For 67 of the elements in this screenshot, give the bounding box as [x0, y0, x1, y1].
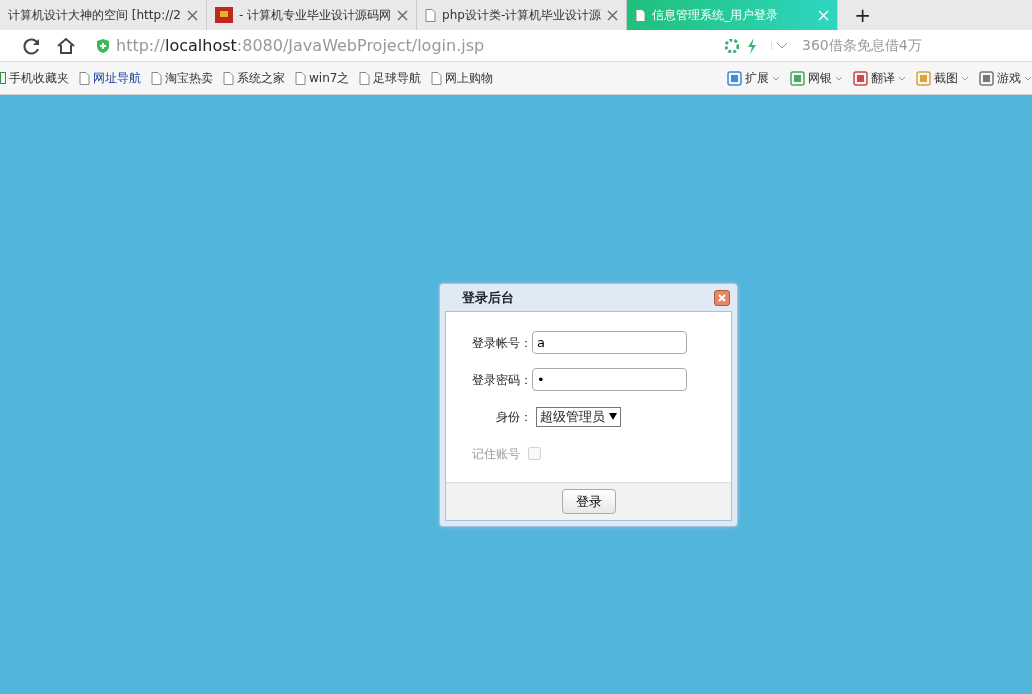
- input-field[interactable]: a: [532, 331, 687, 354]
- page-icon: [223, 71, 234, 85]
- bookmark-item[interactable]: 系统之家: [223, 69, 285, 87]
- bookmark-label: 系统之家: [237, 70, 285, 87]
- bookmark-label: 足球导航: [373, 70, 422, 87]
- extend-icon: [727, 70, 742, 86]
- shield-icon: [96, 37, 110, 54]
- bookmark-item[interactable]: 网址导航: [79, 69, 141, 87]
- page-icon: [431, 71, 443, 85]
- chevron-icon: [1024, 75, 1032, 81]
- field-label: 登录帐号：: [471, 334, 532, 352]
- speed-icon: [725, 38, 739, 53]
- toolbar-label: 扩展: [745, 70, 769, 87]
- page-icon: [79, 71, 90, 85]
- tab-title: php设计类-计算机毕业设计源: [442, 7, 602, 24]
- bookmark-label: 手机收藏夹: [9, 70, 69, 87]
- dialog-title: 登录后台: [462, 288, 514, 307]
- toolbar-label: 截图: [934, 70, 958, 87]
- chevron-icon: [772, 75, 780, 81]
- chevron-icon: [961, 75, 969, 81]
- input-field[interactable]: •: [532, 368, 687, 391]
- bookmark-label: 网上购物: [445, 70, 494, 87]
- chevron-icon: [835, 75, 843, 81]
- page-icon: [295, 71, 306, 85]
- toolbar-label: 游戏: [997, 70, 1021, 87]
- bookmark-label: win7之: [309, 70, 350, 87]
- bookmark-item[interactable]: 足球导航: [359, 69, 422, 87]
- site-icon: [214, 7, 233, 23]
- login-button[interactable]: 登录: [561, 489, 616, 514]
- tab-title: 信息管理系统_用户登录: [652, 7, 780, 24]
- translate-icon: [853, 70, 868, 86]
- field-label: 身份：: [495, 408, 532, 426]
- reload-icon[interactable]: [22, 35, 42, 56]
- toolbar-item[interactable]: 翻译: [853, 69, 906, 87]
- toolbar-label: 翻译: [871, 70, 895, 87]
- bookmark-item[interactable]: win7之: [295, 69, 350, 87]
- remember-label: 记住账号: [471, 445, 520, 463]
- page-icon: [151, 71, 162, 85]
- page-icon: [359, 71, 371, 85]
- dropdown-arrow-icon: [609, 413, 617, 420]
- field-label: 登录密码：: [471, 371, 532, 389]
- page-icon: [635, 8, 647, 22]
- address-field[interactable]: http://localhost:8080/JavaWebProject/login.jsp: [116, 33, 711, 58]
- bookmark-item[interactable]: 淘宝热卖: [151, 69, 213, 87]
- bookmark-label: 淘宝热卖: [165, 70, 213, 87]
- bookmark-item[interactable]: 手机收藏夹: [0, 69, 69, 87]
- chevron-icon: [898, 75, 906, 81]
- bookmark-label: 网址导航: [93, 70, 141, 87]
- screenshot-icon: [916, 70, 931, 86]
- bookmark-item[interactable]: 网上购物: [431, 69, 494, 87]
- home-icon[interactable]: [56, 36, 76, 55]
- role-select[interactable]: 超级管理员: [536, 406, 621, 427]
- tab-title: 计算机设计大神的空间 [http://2: [8, 7, 181, 24]
- toolbar-item[interactable]: 扩展: [727, 69, 780, 87]
- new-tab-button[interactable]: +: [854, 0, 871, 30]
- toolbar-item[interactable]: 游戏: [979, 69, 1032, 87]
- toolbar-item[interactable]: 截图: [916, 69, 969, 87]
- bank-icon: [790, 70, 805, 86]
- tab-title: - 计算机专业毕业设计源码网: [238, 7, 392, 24]
- chevron-icon[interactable]: [771, 41, 788, 50]
- close-icon[interactable]: [714, 289, 730, 306]
- lightning-icon: [747, 37, 757, 54]
- page-icon: [425, 8, 437, 22]
- toolbar-label: 网银: [808, 70, 832, 87]
- toolbar-item[interactable]: 网银: [790, 69, 843, 87]
- game-icon: [979, 70, 994, 86]
- phone-icon: [0, 72, 6, 84]
